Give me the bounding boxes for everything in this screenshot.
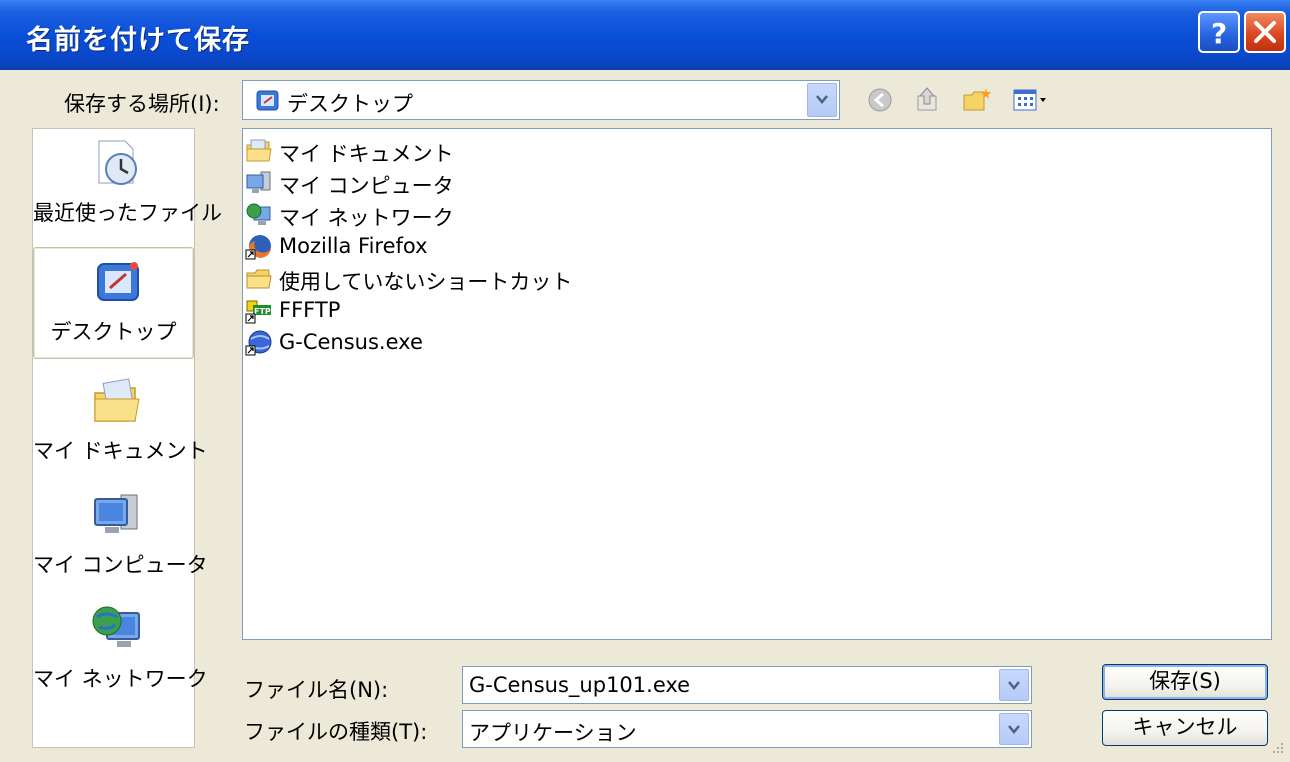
file-item-my-network[interactable]: マイ ネットワーク: [245, 199, 845, 231]
new-folder-icon: [963, 88, 991, 111]
file-item-my-documents[interactable]: マイ ドキュメント: [245, 135, 845, 167]
my-computer-icon: [94, 494, 138, 533]
file-name: Mozilla Firefox: [279, 234, 428, 258]
file-item-firefox[interactable]: Mozilla Firefox: [245, 231, 845, 263]
place-label: マイ コンピュータ: [33, 553, 208, 577]
place-my-computer[interactable]: マイ コンピュータ: [33, 481, 208, 593]
help-icon: ?: [1211, 17, 1227, 50]
file-name: G-Census.exe: [279, 330, 423, 354]
filename-dropdown-arrow[interactable]: [999, 669, 1029, 701]
filetype-dropdown-arrow[interactable]: [999, 713, 1029, 745]
resize-grip-icon[interactable]: [1268, 740, 1286, 758]
svg-text:?: ?: [1211, 17, 1227, 50]
my-computer-icon: [246, 171, 271, 193]
save-location-dropdown[interactable]: デスクトップ: [242, 80, 840, 120]
file-name: 使用していないショートカット: [279, 270, 573, 294]
save-location-label: 保存する場所(I):: [64, 92, 220, 116]
globe-app-icon: [245, 330, 272, 356]
filename-value[interactable]: G-Census_up101.exe: [469, 673, 690, 697]
my-documents-icon: [246, 139, 272, 162]
desktop-icon: [256, 90, 279, 111]
filename-label: ファイル名(N):: [244, 678, 389, 702]
filename-input[interactable]: G-Census_up101.exe: [462, 666, 1032, 704]
my-network-icon: [92, 606, 140, 647]
chevron-down-icon: [1008, 725, 1020, 734]
close-icon: [1254, 21, 1276, 43]
ffftp-icon: FTP: [245, 300, 271, 324]
chevron-down-icon: [1008, 681, 1020, 690]
place-label: デスクトップ: [50, 320, 177, 344]
file-name: FFFTP: [279, 298, 341, 322]
window-title: 名前を付けて保存: [26, 25, 250, 56]
place-label: 最近使ったファイル: [33, 201, 222, 225]
save-location-arrow[interactable]: [807, 83, 837, 117]
place-my-documents[interactable]: マイ ドキュメント: [33, 367, 208, 479]
place-my-network[interactable]: マイ ネットワーク: [33, 595, 208, 707]
filetype-value: アプリケーション: [469, 721, 637, 745]
desktop-icon: [97, 262, 139, 301]
up-folder-icon: [917, 87, 937, 111]
file-item-my-computer[interactable]: マイ コンピュータ: [245, 167, 845, 199]
chevron-down-icon: [816, 95, 828, 104]
help-button[interactable]: ?: [1198, 11, 1240, 53]
places-bar: 最近使ったファイル デスクトップ マイ ドキュメント マイ コンピュータ マイ …: [32, 128, 222, 748]
title-bar[interactable]: 名前を付けて保存 ?: [0, 0, 1290, 70]
save-location-value: デスクトップ: [287, 92, 413, 116]
firefox-icon: [245, 235, 271, 260]
recent-documents-icon: [98, 140, 137, 185]
place-label: マイ ネットワーク: [33, 667, 208, 691]
file-list[interactable]: マイ ドキュメント マイ コンピュータ マイ ネットワーク Mozilla Fi…: [242, 128, 1272, 640]
my-documents-icon: [94, 378, 140, 422]
cancel-button[interactable]: キャンセル: [1102, 710, 1268, 746]
back-arrow-icon: [868, 88, 892, 112]
place-desktop[interactable]: デスクトップ: [33, 247, 194, 359]
svg-text:FTP: FTP: [254, 307, 271, 316]
file-name: マイ コンピュータ: [279, 174, 454, 198]
new-folder-button[interactable]: [962, 86, 994, 114]
save-button[interactable]: 保存(S): [1102, 664, 1268, 700]
view-menu-icon: [1013, 89, 1046, 111]
folder-icon: [246, 269, 272, 289]
file-item-g-census[interactable]: G-Census.exe: [245, 327, 845, 359]
filetype-dropdown[interactable]: アプリケーション: [462, 710, 1032, 748]
close-button[interactable]: [1244, 11, 1286, 53]
view-menu-button[interactable]: [1012, 86, 1052, 114]
file-item-unused-shortcuts[interactable]: 使用していないショートカット: [245, 263, 845, 295]
place-recent[interactable]: 最近使ったファイル: [33, 129, 222, 241]
my-network-icon: [246, 203, 271, 225]
file-name: マイ ネットワーク: [279, 206, 454, 230]
place-label: マイ ドキュメント: [33, 439, 208, 463]
filetype-label: ファイルの種類(T):: [244, 720, 428, 744]
file-item-ffftp[interactable]: FTP FFFTP: [245, 295, 845, 327]
save-as-dialog: 名前を付けて保存 ? 保存する場所(I): デスクトップ 最近使ったファイル デ…: [0, 0, 1290, 762]
file-name: マイ ドキュメント: [279, 142, 454, 166]
up-folder-button[interactable]: [914, 86, 946, 114]
back-button[interactable]: [866, 86, 898, 114]
